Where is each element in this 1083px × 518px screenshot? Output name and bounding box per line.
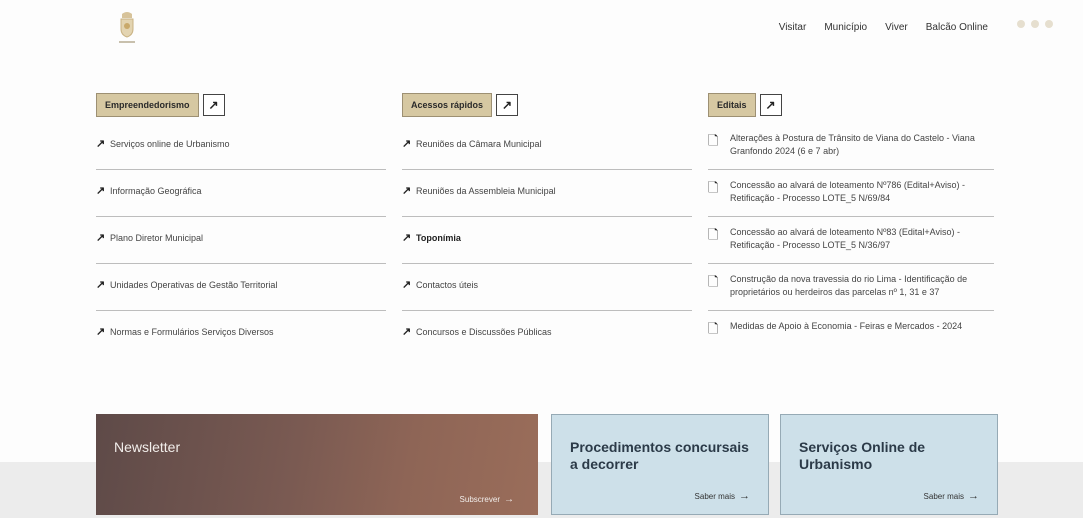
newsletter-title: Newsletter	[114, 439, 181, 455]
saber-mais-link[interactable]: Saber mais →	[695, 490, 750, 502]
tag-acessos-rapidos[interactable]: Acessos rápidos	[402, 93, 493, 117]
accessibility-icon[interactable]	[1017, 20, 1025, 28]
nav-item-balcao-online[interactable]: Balcão Online	[926, 22, 988, 33]
arrow-right-icon: →	[968, 490, 979, 502]
link-list: ↗ Serviços online de Urbanismo ↗ Informaçã…	[96, 123, 386, 357]
arrow-right-icon: →	[739, 490, 750, 502]
list-item[interactable]: ↗ Concursos e Discussões Públicas	[402, 311, 692, 357]
arrow-up-right-icon[interactable]: ↗	[759, 94, 782, 116]
column-header: Editais ↗	[708, 91, 994, 119]
document-icon: 🗋	[708, 274, 719, 289]
list-item[interactable]: ↗ Normas e Formulários Serviços Diversos	[96, 311, 386, 357]
arrow-up-right-icon: ↗	[402, 279, 412, 291]
search-icon[interactable]	[1031, 20, 1039, 28]
arrow-up-right-icon: ↗	[96, 279, 106, 291]
nav-item-visitar[interactable]: Visitar	[779, 22, 807, 33]
document-icon: 🗋	[708, 321, 719, 336]
arrow-up-right-icon: ↗	[402, 232, 412, 244]
arrow-up-right-icon: ↗	[402, 326, 412, 338]
tag-empreendedorismo[interactable]: Empreendedorismo	[96, 93, 199, 117]
list-item[interactable]: ↗ Informação Geográfica	[96, 170, 386, 217]
servicos-title: Serviços Online de Urbanismo	[799, 439, 926, 472]
list-item[interactable]: ↗ Reuniões da Câmara Municipal	[402, 123, 692, 170]
nav-item-municipio[interactable]: Município	[824, 22, 867, 33]
municipality-logo[interactable]	[114, 10, 140, 46]
saber-mais-link[interactable]: Saber mais →	[924, 490, 979, 502]
subscribe-link[interactable]: Subscrever →	[460, 494, 514, 505]
arrow-up-right-icon: ↗	[96, 185, 106, 197]
column-empreendedorismo: Empreendedorismo ↗ ↗ Serviços online de U…	[96, 91, 386, 357]
list-item[interactable]: 🗋 Alterações à Postura de Trânsito de Via…	[708, 123, 994, 170]
document-icon: 🗋	[708, 133, 719, 148]
list-item[interactable]: 🗋 Construção da nova travessia do rio Lim…	[708, 264, 994, 311]
document-list: 🗋 Alterações à Postura de Trânsito de Via…	[708, 123, 994, 357]
top-navigation: Visitar Município Viver Balcão Online	[779, 22, 988, 33]
list-item[interactable]: 🗋 Concessão ao alvará de loteamento Nº786…	[708, 170, 994, 217]
language-icon[interactable]	[1045, 20, 1053, 28]
arrow-up-right-icon[interactable]: ↗	[202, 94, 225, 116]
arrow-up-right-icon: ↗	[402, 138, 412, 150]
list-item[interactable]: ↗ Toponímia	[402, 217, 692, 264]
servicos-online-card[interactable]: Serviços Online de Urbanismo Saber mais →	[780, 414, 998, 515]
nav-item-viver[interactable]: Viver	[885, 22, 908, 33]
list-item[interactable]: ↗ Unidades Operativas de Gestão Territori…	[96, 264, 386, 311]
document-icon: 🗋	[708, 227, 719, 242]
arrow-up-right-icon: ↗	[96, 232, 106, 244]
list-item[interactable]: ↗ Plano Diretor Municipal	[96, 217, 386, 264]
newsletter-card[interactable]: Newsletter Subscrever →	[96, 414, 538, 515]
column-header: Acessos rápidos ↗	[402, 91, 692, 119]
column-editais: Editais ↗ 🗋 Alterações à Postura de Trâns…	[708, 91, 994, 357]
arrow-up-right-icon: ↗	[402, 185, 412, 197]
procedimentos-title: Procedimentos concursais a decorrer	[570, 439, 749, 472]
arrow-up-right-icon[interactable]: ↗	[496, 94, 519, 116]
list-item[interactable]: ↗ Reuniões da Assembleia Municipal	[402, 170, 692, 217]
link-list: ↗ Reuniões da Câmara Municipal ↗ Reuniões …	[402, 123, 692, 357]
tag-editais[interactable]: Editais	[708, 93, 756, 117]
column-header: Empreendedorismo ↗	[96, 91, 386, 119]
column-acessos-rapidos: Acessos rápidos ↗ ↗ Reuniões da Câmara Mu…	[402, 91, 692, 357]
list-item[interactable]: ↗ Contactos úteis	[402, 264, 692, 311]
document-icon: 🗋	[708, 180, 719, 195]
list-item[interactable]: ↗ Serviços online de Urbanismo	[96, 123, 386, 170]
list-item[interactable]: 🗋 Medidas de Apoio à Economia - Feiras e …	[708, 311, 994, 357]
arrow-right-icon: →	[504, 494, 514, 505]
list-item[interactable]: 🗋 Concessão ao alvará de loteamento Nº83 …	[708, 217, 994, 264]
top-tools	[1017, 20, 1053, 28]
procedimentos-card[interactable]: Procedimentos concursais a decorrer Sabe…	[551, 414, 769, 515]
arrow-up-right-icon: ↗	[96, 326, 106, 338]
arrow-up-right-icon: ↗	[96, 138, 106, 150]
